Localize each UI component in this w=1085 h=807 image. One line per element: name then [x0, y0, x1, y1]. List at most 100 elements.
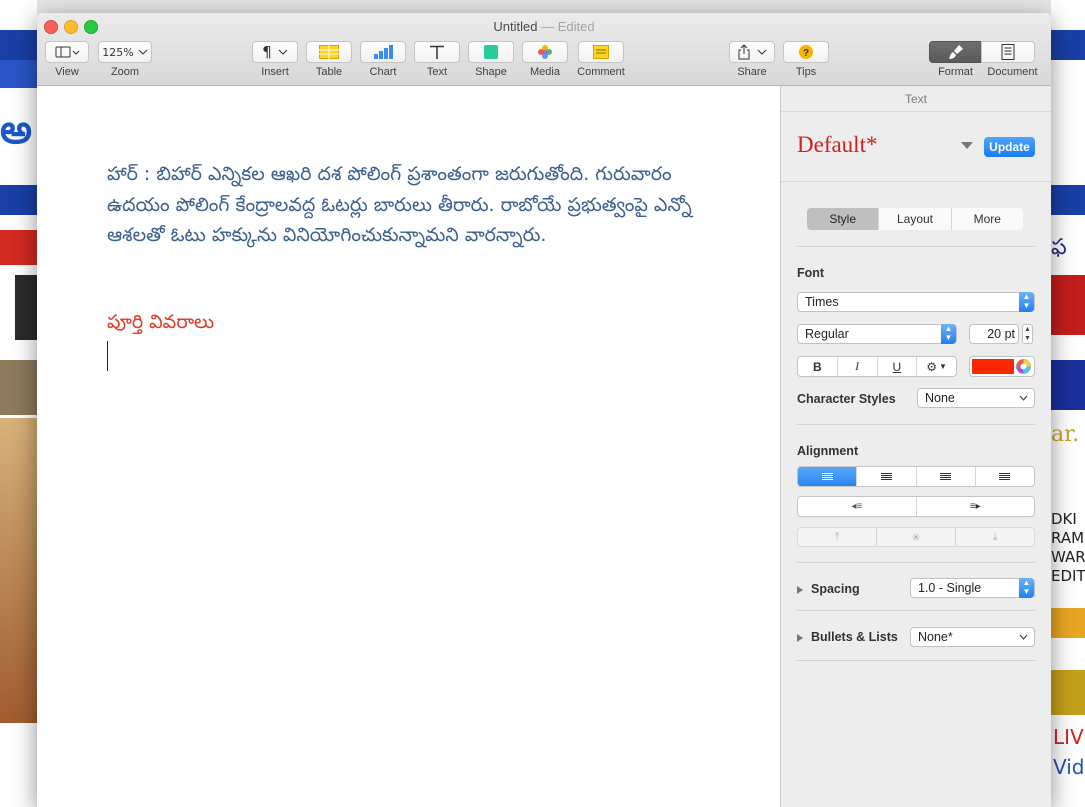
font-size-field[interactable]: 20 pt: [969, 324, 1019, 344]
italic-button[interactable]: I: [838, 357, 878, 376]
paragraph-style-name[interactable]: Default*: [797, 132, 877, 158]
comment-button[interactable]: [578, 41, 624, 63]
gear-icon: ⚙: [926, 359, 938, 374]
character-styles-popup[interactable]: None: [917, 388, 1035, 408]
chevron-down-icon: [278, 49, 288, 55]
align-bottom-icon: ⤓: [992, 530, 998, 543]
text-color-swatch: [972, 359, 1014, 374]
table-label: Table: [315, 66, 343, 78]
inspector-header: Text: [904, 92, 927, 106]
character-styles-value: None: [925, 391, 955, 405]
align-right-button[interactable]: [917, 467, 976, 486]
comment-label: Comment: [577, 66, 625, 78]
zoom-label: Zoom: [110, 66, 140, 78]
table-icon: [319, 45, 339, 59]
format-button[interactable]: [929, 41, 982, 63]
updown-arrows-icon: ▲ ▼: [1019, 292, 1034, 312]
chevron-down-icon: ▼: [939, 362, 947, 371]
align-top-icon: ⤒: [834, 530, 840, 543]
insert-button[interactable]: ¶: [252, 41, 298, 63]
document-canvas[interactable]: హార్ : బిహార్ ఎన్నికల ఆఖరి దశ పోలింగ్ ప్…: [37, 86, 780, 807]
font-size-stepper[interactable]: ▲ ▼: [1022, 324, 1033, 344]
tips-button[interactable]: ?: [783, 41, 829, 63]
indent-buttons: ◂≡ ≡▸: [797, 496, 1035, 517]
share-icon: [738, 44, 750, 60]
align-left-button[interactable]: [798, 467, 858, 486]
zoom-popup[interactable]: 125%: [98, 41, 152, 63]
bullets-popup[interactable]: None*: [910, 627, 1035, 647]
character-styles-label: Character Styles: [797, 392, 896, 406]
spacing-value: 1.0 - Single: [918, 581, 982, 595]
disclosure-triangle-icon: [797, 585, 803, 594]
font-style-buttons: B I U ⚙ ▼: [797, 356, 957, 377]
table-button[interactable]: [306, 41, 352, 63]
triangle-down-icon[interactable]: [961, 142, 973, 150]
align-justify-button[interactable]: [976, 467, 1034, 486]
alignment-buttons: [797, 466, 1035, 487]
title-separator: —: [541, 19, 555, 34]
vertical-alignment-buttons: ⤒ ✳ ⤓: [797, 527, 1035, 547]
indent-icon: ≡▸: [969, 501, 981, 512]
chart-icon: [374, 45, 393, 59]
update-style-button[interactable]: Update: [984, 137, 1035, 157]
insert-label: Insert: [261, 66, 289, 78]
align-top-button[interactable]: ⤒: [798, 528, 877, 546]
align-bottom-button[interactable]: ⤓: [956, 528, 1034, 546]
spacing-disclosure[interactable]: Spacing: [797, 582, 860, 596]
decrease-indent-button[interactable]: ◂≡: [798, 497, 917, 516]
tab-more[interactable]: More: [952, 208, 1023, 230]
color-wheel-icon[interactable]: [1016, 359, 1031, 374]
body-paragraph[interactable]: హార్ : బిహార్ ఎన్నికల ఆఖరి దశ పోలింగ్ ప్…: [107, 159, 717, 251]
sidebar-view-icon: [55, 46, 80, 58]
text-color-well[interactable]: [969, 356, 1035, 377]
document-label: Document: [987, 66, 1038, 78]
align-middle-icon: ✳: [911, 531, 921, 544]
zoom-value: 125%: [102, 45, 134, 59]
align-left-icon: [821, 473, 833, 480]
updown-arrows-icon: ▲ ▼: [1019, 578, 1034, 598]
tab-style[interactable]: Style: [807, 208, 880, 230]
chart-button[interactable]: [360, 41, 406, 63]
outdent-icon: ◂≡: [851, 501, 863, 512]
toolbar: Untitled — Edited View 125% Zoom ¶ Inser…: [37, 13, 1051, 86]
text-label: Text: [426, 66, 448, 78]
align-center-button[interactable]: [857, 467, 917, 486]
bold-button[interactable]: B: [798, 357, 838, 376]
text-box-icon: [430, 45, 444, 59]
inspector-tabs: Style Layout More: [807, 208, 1023, 230]
bullets-value: None*: [918, 630, 953, 644]
chevron-down-icon: [757, 49, 767, 55]
bullets-disclosure[interactable]: Bullets & Lists: [797, 630, 898, 644]
shape-button[interactable]: [468, 41, 514, 63]
document-button[interactable]: [981, 41, 1035, 63]
advanced-options-button[interactable]: ⚙ ▼: [917, 357, 956, 376]
svg-text:?: ?: [803, 48, 809, 59]
text-button[interactable]: [414, 41, 460, 63]
document-name: Untitled: [493, 19, 538, 34]
view-label: View: [55, 66, 79, 78]
increase-indent-button[interactable]: ≡▸: [917, 497, 1035, 516]
window-title: Untitled — Edited: [37, 19, 1051, 34]
disclosure-triangle-icon: [797, 633, 803, 642]
font-typeface-popup[interactable]: Regular ▲ ▼: [797, 324, 957, 344]
spacing-popup[interactable]: 1.0 - Single ▲ ▼: [910, 578, 1035, 598]
align-center-icon: [880, 473, 892, 480]
underline-button[interactable]: U: [878, 357, 918, 376]
chevron-down-icon: [138, 49, 148, 55]
pages-window: Untitled — Edited View 125% Zoom ¶ Inser…: [37, 13, 1051, 807]
media-button[interactable]: [522, 41, 568, 63]
shape-icon: [484, 45, 498, 59]
chevron-down-icon: [1019, 634, 1028, 640]
share-button[interactable]: [729, 41, 775, 63]
tab-layout[interactable]: Layout: [879, 208, 952, 230]
updown-arrows-icon: ▲ ▼: [941, 324, 956, 344]
share-label: Share: [737, 66, 767, 78]
question-icon: ?: [799, 45, 813, 59]
full-details-link[interactable]: పూర్తి వివరాలు: [107, 311, 214, 338]
view-button[interactable]: [45, 41, 89, 63]
font-family-popup[interactable]: Times ▲ ▼: [797, 292, 1035, 312]
font-typeface-value: Regular: [805, 327, 849, 341]
align-right-icon: [940, 473, 952, 480]
align-middle-button[interactable]: ✳: [877, 528, 956, 546]
text-cursor: [107, 341, 108, 371]
